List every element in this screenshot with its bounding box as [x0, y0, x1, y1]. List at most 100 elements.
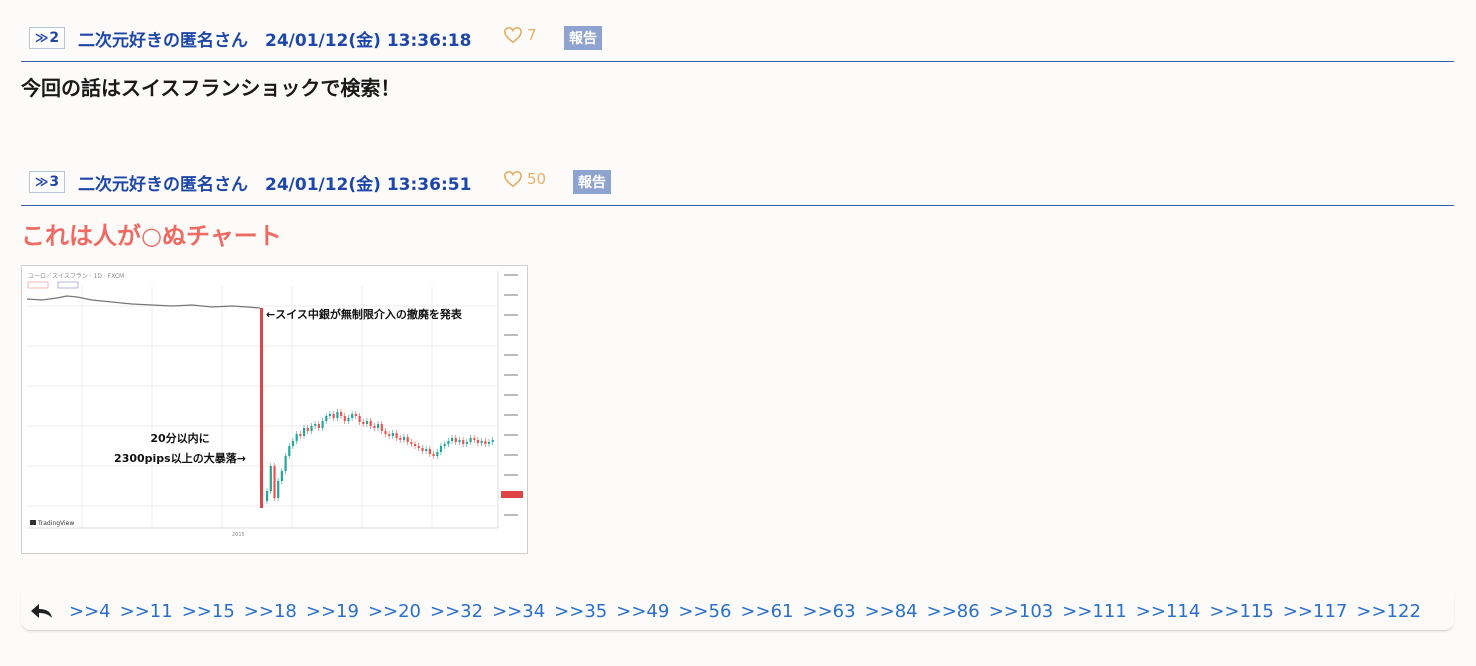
reply-link[interactable]: >>84: [865, 601, 918, 622]
candle-body: [458, 440, 461, 442]
reply-link[interactable]: >>86: [927, 601, 980, 622]
candle-body: [295, 434, 298, 441]
candle-body: [362, 422, 365, 424]
candle-body: [391, 433, 394, 436]
report-button[interactable]: 報告: [573, 170, 611, 194]
candle-body: [336, 412, 339, 418]
candle-body: [488, 442, 491, 444]
post-header: ≫ 3 二次元好きの匿名さん 24/01/12(金) 13:36:51 50 報…: [21, 166, 1454, 206]
report-button[interactable]: 報告: [564, 26, 602, 50]
like-button[interactable]: 50: [503, 170, 546, 188]
chart-image[interactable]: ユーロ／スイスフラン · 1D · FXCM ←スイス中銀が無制限介入の撤廃を発…: [21, 265, 528, 554]
like-button[interactable]: 7: [503, 26, 537, 44]
candle-body: [343, 416, 346, 421]
candle-body: [284, 456, 287, 471]
candle-body: [380, 424, 383, 431]
post-timestamp: 24/01/12(金) 13:36:18: [265, 31, 472, 51]
candle-body: [491, 440, 494, 442]
candle-body: [347, 418, 350, 421]
candle-body: [332, 414, 335, 418]
reply-link[interactable]: >>15: [182, 601, 235, 622]
candle-body: [451, 438, 454, 441]
res-number-link[interactable]: ≫ 2: [29, 27, 65, 49]
candle-body: [291, 441, 295, 446]
reply-link[interactable]: >>56: [678, 601, 731, 622]
tradingview-watermark: TradingView: [37, 520, 74, 527]
chart-image-svg: ユーロ／スイスフラン · 1D · FXCM ←スイス中銀が無制限介入の撤廃を発…: [22, 266, 527, 553]
candle-body: [358, 416, 361, 422]
candle-body: [443, 444, 446, 446]
reply-link[interactable]: >>34: [492, 601, 545, 622]
reply-link[interactable]: >>63: [802, 601, 855, 622]
candle-body: [269, 466, 272, 491]
candle-body: [303, 428, 306, 436]
candle-body: [425, 449, 428, 451]
post-body: これは人が○ぬチャート: [21, 222, 282, 250]
candle-body: [328, 414, 332, 416]
candle-body: [317, 424, 320, 428]
candle-body: [399, 438, 402, 440]
reply-link[interactable]: >>117: [1283, 601, 1348, 622]
candle-body: [340, 412, 343, 416]
last-price-tag: [501, 491, 523, 498]
chart-image-annotation-left-2: 2300pips以上の大暴落→: [114, 451, 246, 465]
reply-link[interactable]: >>111: [1062, 601, 1127, 622]
candle-body: [432, 454, 435, 456]
chart-image-header: ユーロ／スイスフラン · 1D · FXCM: [28, 273, 124, 280]
candle-body: [484, 441, 487, 444]
poster-name: 二次元好きの匿名さん: [78, 175, 248, 195]
reply-link[interactable]: >>32: [430, 601, 483, 622]
candle-body: [321, 421, 324, 428]
candle-body: [469, 438, 472, 442]
chart-image-year-label: 2015: [232, 532, 245, 538]
candle-body: [365, 421, 369, 424]
candle-body: [428, 449, 431, 454]
candle-body: [406, 437, 409, 442]
reply-link[interactable]: >>114: [1136, 601, 1201, 622]
candle-body: [351, 414, 354, 418]
like-count: 7: [527, 26, 537, 44]
post-3: ≫ 3 二次元好きの匿名さん 24/01/12(金) 13:36:51 50 報…: [21, 166, 1454, 554]
reply-link[interactable]: >>19: [306, 601, 359, 622]
reply-link[interactable]: >>18: [244, 601, 297, 622]
post-header: ≫ 2 二次元好きの匿名さん 24/01/12(金) 13:36:18 7 報告: [21, 22, 1454, 62]
reply-link[interactable]: >>103: [989, 601, 1054, 622]
reply-link[interactable]: >>4: [69, 601, 111, 622]
reply-link[interactable]: >>122: [1356, 601, 1421, 622]
candle-body: [436, 452, 439, 456]
like-count: 50: [527, 170, 547, 188]
post-2: ≫ 2 二次元好きの匿名さん 24/01/12(金) 13:36:18 7 報告…: [21, 22, 1454, 101]
res-number-link[interactable]: ≫ 3: [29, 171, 65, 193]
candle-body: [266, 491, 269, 501]
candle-body: [417, 446, 420, 448]
candle-body: [447, 441, 450, 444]
reply-link[interactable]: >>61: [740, 601, 793, 622]
candle-body: [414, 444, 417, 446]
candle-body: [476, 440, 480, 443]
reply-link[interactable]: >>20: [368, 601, 421, 622]
candle-body: [439, 446, 443, 452]
tradingview-logo-icon: [30, 520, 36, 525]
candle-body: [369, 421, 372, 426]
candle-body: [480, 441, 483, 443]
heart-icon: [503, 170, 523, 188]
candle-body: [299, 434, 302, 436]
crash-candle: [260, 308, 263, 508]
candle-body: [377, 424, 380, 428]
candle-body: [402, 437, 406, 440]
chart-image-annotation-top: ←スイス中銀が無制限介入の撤廃を発表: [266, 307, 463, 321]
reply-link[interactable]: >>11: [120, 601, 173, 622]
candle-body: [462, 440, 465, 444]
candle-body: [454, 438, 457, 442]
reply-link[interactable]: >>49: [616, 601, 669, 622]
reply-link[interactable]: >>115: [1209, 601, 1274, 622]
post-timestamp: 24/01/12(金) 13:36:51: [265, 175, 472, 195]
post-body: 今回の話はスイスフランショックで検索！: [21, 76, 401, 100]
candle-body: [306, 428, 309, 431]
candle-body: [310, 426, 313, 431]
reply-links-bar: >>4 >>11 >>15 >>18 >>19 >>20 >>32 >>34 >>35 >>49 >…: [21, 592, 1454, 631]
candle-body: [421, 448, 424, 451]
candle-body: [277, 481, 280, 498]
reply-link[interactable]: >>35: [554, 601, 607, 622]
heart-icon: [503, 26, 523, 44]
